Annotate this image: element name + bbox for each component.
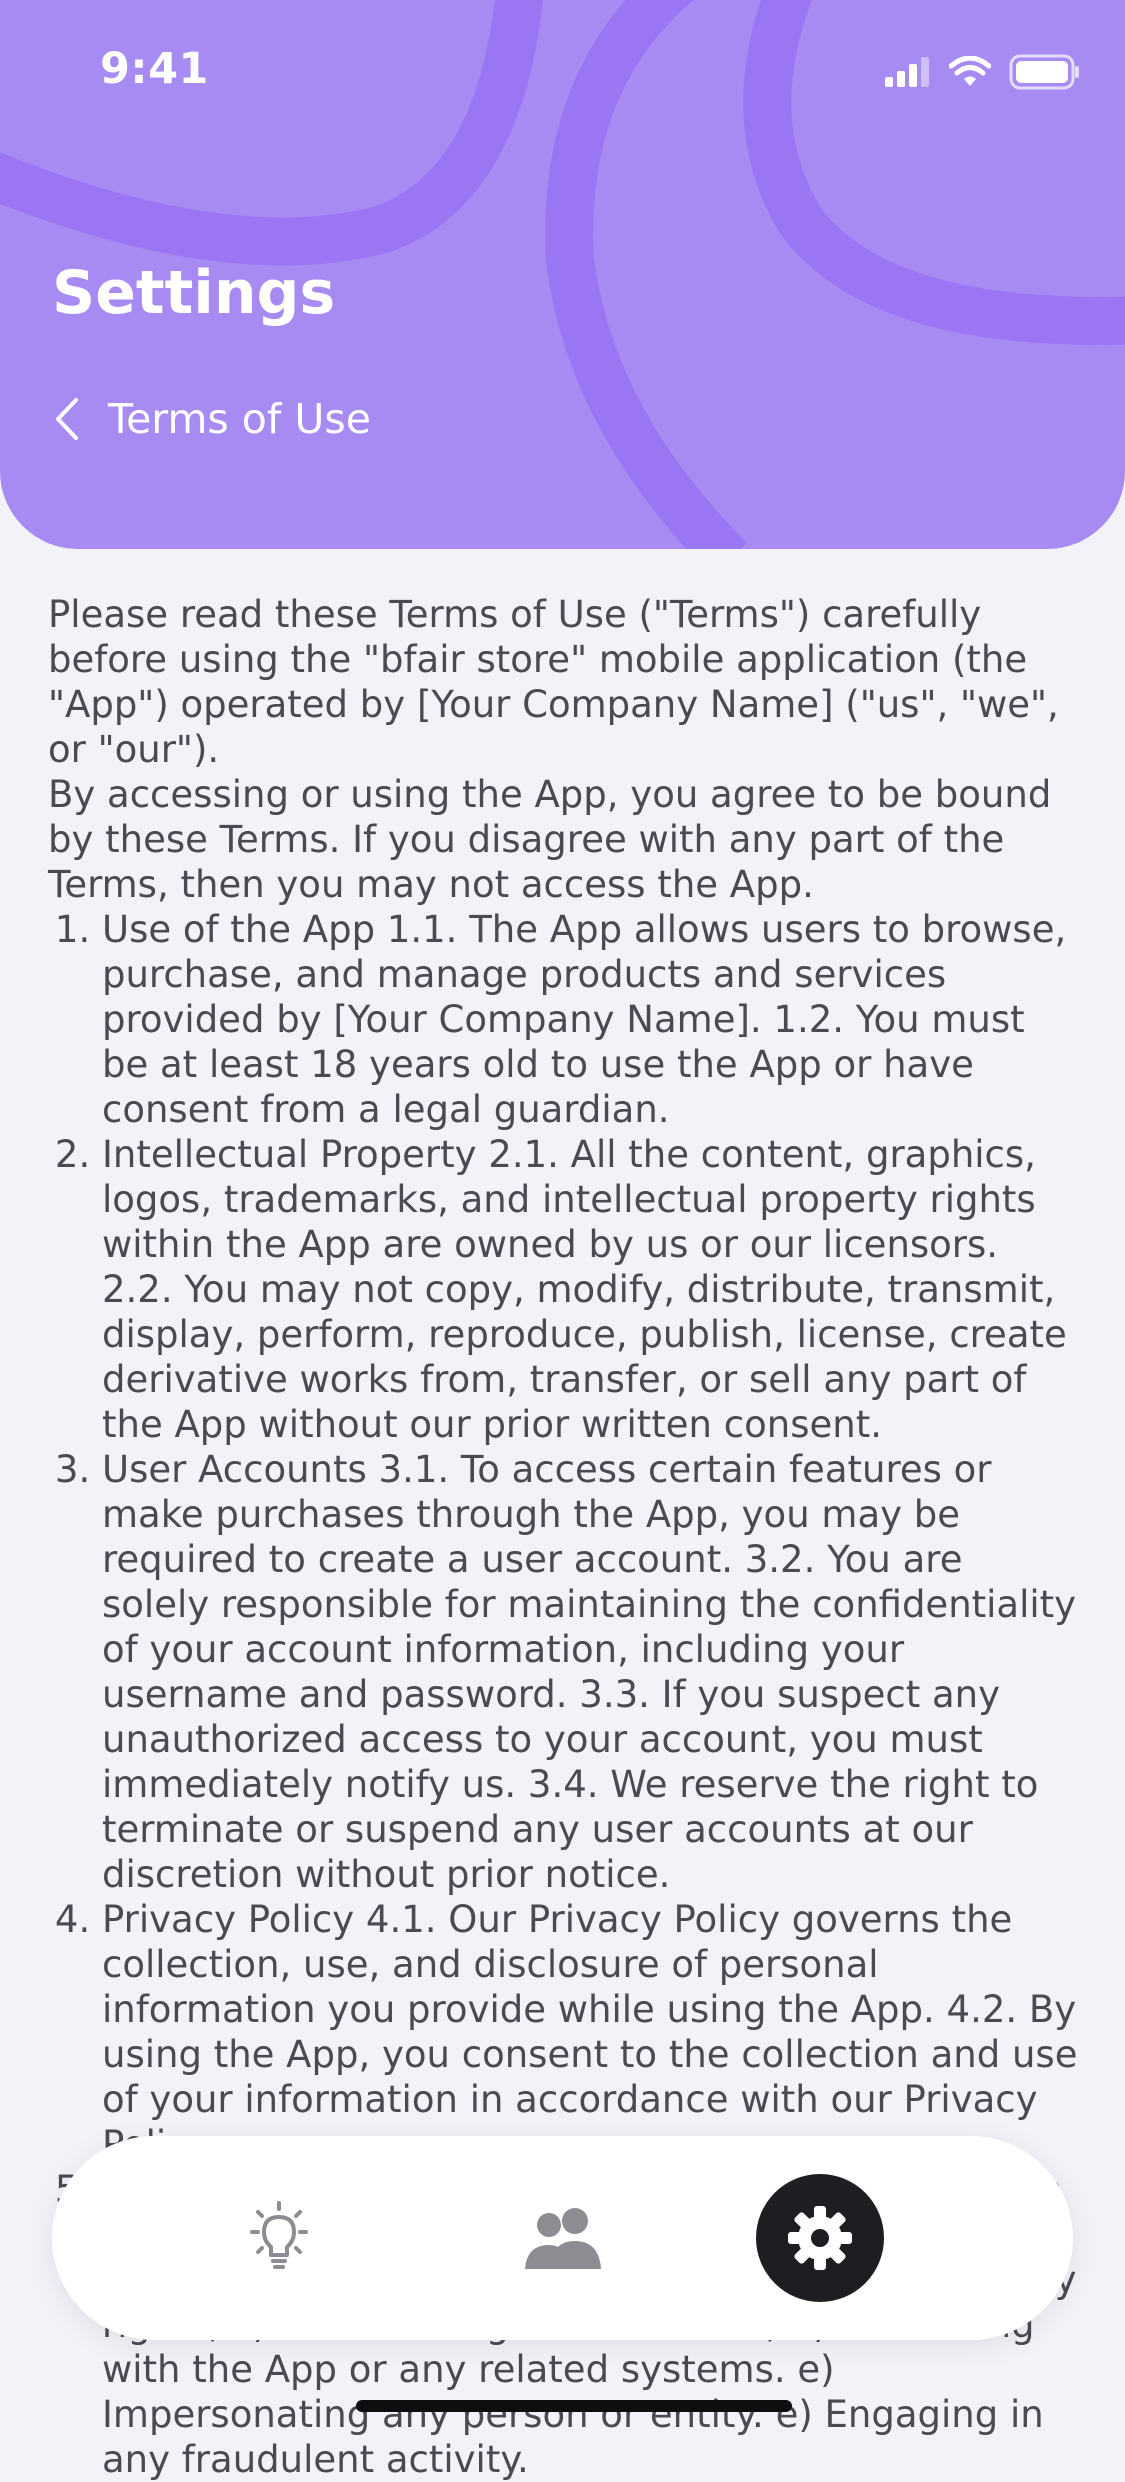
nav-community-button[interactable] bbox=[499, 2174, 627, 2302]
chevron-left-icon bbox=[56, 398, 78, 440]
intro-paragraph: Please read these Terms of Use ("Terms")… bbox=[48, 593, 1059, 771]
status-time: 9:41 bbox=[100, 44, 209, 94]
gear-icon bbox=[788, 2206, 852, 2270]
status-icons bbox=[885, 52, 1081, 92]
terms-section: Use of the App 1.1. The App allows users… bbox=[102, 907, 1078, 1132]
users-icon bbox=[525, 2208, 601, 2269]
terms-section: Intellectual Property 2.1. All the conte… bbox=[102, 1132, 1078, 1447]
nav-ideas-button[interactable] bbox=[215, 2174, 343, 2302]
battery-icon bbox=[1009, 54, 1079, 90]
lightbulb-icon bbox=[250, 2201, 308, 2269]
back-label: Terms of Use bbox=[108, 395, 371, 443]
terms-section: User Accounts 3.1. To access certain fea… bbox=[102, 1447, 1078, 1897]
header: 9:41 Settings Terms of Use bbox=[0, 0, 1125, 549]
cellular-signal-icon bbox=[885, 57, 929, 87]
terms-section: Privacy Policy 4.1. Our Privacy Policy g… bbox=[102, 1897, 1078, 2167]
page-title: Settings bbox=[52, 258, 336, 328]
bottom-nav bbox=[52, 2136, 1073, 2340]
intro-paragraph: By accessing or using the App, you agree… bbox=[48, 773, 1052, 906]
nav-settings-button[interactable] bbox=[756, 2174, 884, 2302]
wifi-icon bbox=[949, 56, 991, 86]
home-indicator bbox=[356, 2400, 792, 2412]
back-button[interactable]: Terms of Use bbox=[52, 395, 371, 443]
